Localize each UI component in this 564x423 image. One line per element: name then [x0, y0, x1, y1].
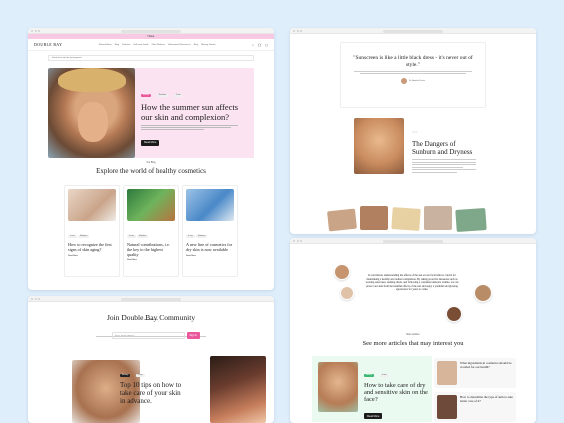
article-card[interactable]: 5 min Nutrition How to recognize the firs…	[64, 185, 120, 277]
featured-article[interactable]: Beauty 3 min How to take care of dry and…	[312, 356, 432, 422]
gallery-image	[360, 206, 388, 230]
section-kicker: Our Blog	[146, 162, 156, 164]
card-tag: Nutrition	[195, 234, 208, 238]
card-image	[186, 189, 234, 221]
tip-tag: Beauty	[120, 373, 131, 377]
nav-item[interactable]: Moving Stories	[201, 44, 215, 46]
nav-item[interactable]: Educational Resources	[168, 44, 191, 46]
nav-item[interactable]: Blog	[194, 44, 198, 46]
section-content: The Dangers of Sunburn and Dryness	[412, 120, 476, 173]
cart-icon[interactable]: ▢	[265, 43, 268, 47]
card-tag: 5 min	[68, 234, 77, 238]
avatar	[400, 78, 407, 85]
nav-item[interactable]: Blog	[115, 44, 119, 46]
quote-text: "Sunscreen is like a little black dress …	[353, 55, 473, 68]
side-article[interactable]: What ingredients in cosmetics should be …	[434, 358, 516, 388]
card-tag: 5 min	[127, 234, 136, 238]
side-article-image	[437, 361, 457, 385]
browser-chrome	[28, 296, 274, 302]
hero-read-more-button[interactable]: Read More	[141, 139, 160, 146]
quote-author: Dr. Amelia Davis	[408, 80, 426, 83]
window-article-detail: "Sunscreen is like a little black dress …	[290, 28, 536, 234]
nav-item[interactable]: Vibe Wellness	[152, 44, 166, 46]
card-read-more-link[interactable]: Read More	[127, 259, 175, 261]
header: DOUBLE BAY Natural Ideas Blog Nutrition …	[28, 39, 274, 51]
browser-chrome	[28, 28, 274, 34]
user-icon[interactable]: ◯	[258, 43, 261, 47]
portrait-circle	[340, 286, 354, 300]
main-nav: Natural Ideas Blog Nutrition Self-care G…	[66, 44, 248, 46]
browser-chrome	[290, 28, 536, 34]
search-input[interactable]: Search for articles by keyword	[52, 57, 81, 59]
gallery-image	[391, 207, 421, 231]
conclusion-text: In conclusion, understanding the effects…	[365, 274, 459, 292]
featured-tag: 3 min	[379, 373, 389, 377]
tip-title: Top 10 tips on how to take care of your …	[120, 381, 182, 405]
email-input[interactable]: Enter email address	[112, 332, 185, 339]
newsletter-title: Join Double Bay Community	[106, 313, 196, 322]
card-read-more-link[interactable]: Read More	[68, 255, 116, 257]
side-article-title: How to determine the type of skin to tak…	[460, 395, 513, 403]
section-tag	[412, 131, 418, 133]
more-articles-title: See more articles that may interest you	[362, 340, 464, 347]
card-title: Natural contributions, i.e. the key to t…	[127, 242, 170, 257]
hero-tag: Nutrition	[156, 93, 169, 97]
more-kicker: More articles	[406, 334, 420, 336]
hero-tag: Beauty	[141, 93, 152, 97]
window-related-articles: In conclusion, understanding the effects…	[290, 238, 536, 423]
logo[interactable]: DOUBLE BAY	[34, 42, 62, 47]
hero-image	[48, 68, 135, 158]
gallery-image	[424, 206, 452, 230]
search-icon[interactable]: ⌕	[252, 43, 254, 47]
nav-item[interactable]: Natural Ideas	[99, 44, 112, 46]
hero: Beauty Nutrition 3 min How the summer su…	[48, 68, 254, 158]
tip-tag: 3 min	[135, 373, 145, 377]
side-image	[210, 356, 266, 423]
article-card[interactable]: 5 min Nutrition A new line of cosmetics f…	[182, 185, 238, 277]
gallery-image	[455, 207, 487, 233]
featured-read-more-button[interactable]: Read More	[364, 413, 383, 420]
quote-block: "Sunscreen is like a little black dress …	[340, 42, 486, 108]
sunburn-image	[354, 118, 404, 174]
hero-title: How the summer sun affects our skin and …	[141, 102, 239, 122]
featured-image	[318, 362, 358, 412]
nav-item[interactable]: Self-care Guide	[133, 44, 148, 46]
newsletter-form: Enter email address Sign In	[112, 332, 200, 339]
card-title: How to recognize the first signs of skin…	[68, 242, 112, 252]
article-card[interactable]: 5 min Nutrition Natural contributions, i.…	[123, 185, 179, 277]
hero-content: Beauty Nutrition 3 min How the summer su…	[135, 68, 254, 158]
featured-title: How to take care of dry and sensitive sk…	[364, 382, 428, 404]
card-tag: 5 min	[186, 234, 195, 238]
sign-in-button[interactable]: Sign In	[186, 332, 200, 339]
side-article-image	[437, 395, 457, 419]
card-tag: Nutrition	[136, 234, 149, 238]
gallery-strip	[327, 206, 498, 233]
portrait-circle	[474, 284, 492, 302]
side-article-title: What ingredients in cosmetics should be …	[460, 361, 512, 369]
section-title: Explore the world of healthy cosmetics	[96, 167, 206, 175]
card-image	[127, 189, 175, 221]
hero-tag: 3 min	[173, 93, 183, 97]
section-title: The Dangers of Sunburn and Dryness	[412, 140, 473, 156]
portrait-circle	[446, 306, 462, 322]
portrait-circle	[334, 264, 350, 280]
card-read-more-link[interactable]: Read More	[186, 255, 234, 257]
window-community: Join Double Bay Community Enter email ad…	[28, 296, 274, 423]
browser-chrome	[290, 238, 536, 244]
search-bar[interactable]: Search for articles by keyword	[48, 55, 254, 61]
card-image	[68, 189, 116, 221]
featured-tag: Beauty	[364, 373, 375, 377]
card-title: A new line of cosmetics for dry skin is …	[186, 242, 233, 252]
card-tag: Nutrition	[77, 234, 90, 238]
side-article[interactable]: How to determine the type of skin to tak…	[434, 392, 516, 422]
window-blog-home: Home DOUBLE BAY Natural Ideas Blog Nutri…	[28, 28, 274, 290]
tip-content: Beauty 3 min Top 10 tips on how to take …	[120, 362, 184, 405]
nav-item[interactable]: Nutrition	[122, 44, 130, 46]
gallery-image	[327, 208, 357, 232]
